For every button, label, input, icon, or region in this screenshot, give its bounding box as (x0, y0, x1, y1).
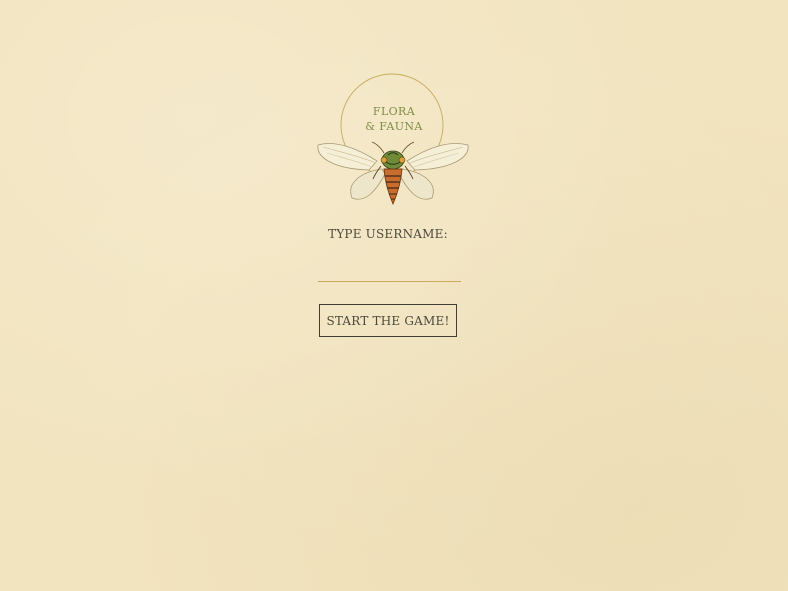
logo-title-line-2: & FAUNA (365, 120, 423, 133)
logo-title-line-1: FLORA (372, 105, 416, 118)
username-input[interactable] (318, 258, 461, 282)
logo-artwork (317, 73, 469, 206)
username-prompt-label: TYPE USERNAME: (328, 227, 448, 241)
start-game-button[interactable]: START THE GAME! (319, 304, 457, 337)
flora-fauna-logo: FLORA & FAUNA (315, 73, 473, 211)
cicada-icon (317, 141, 469, 206)
